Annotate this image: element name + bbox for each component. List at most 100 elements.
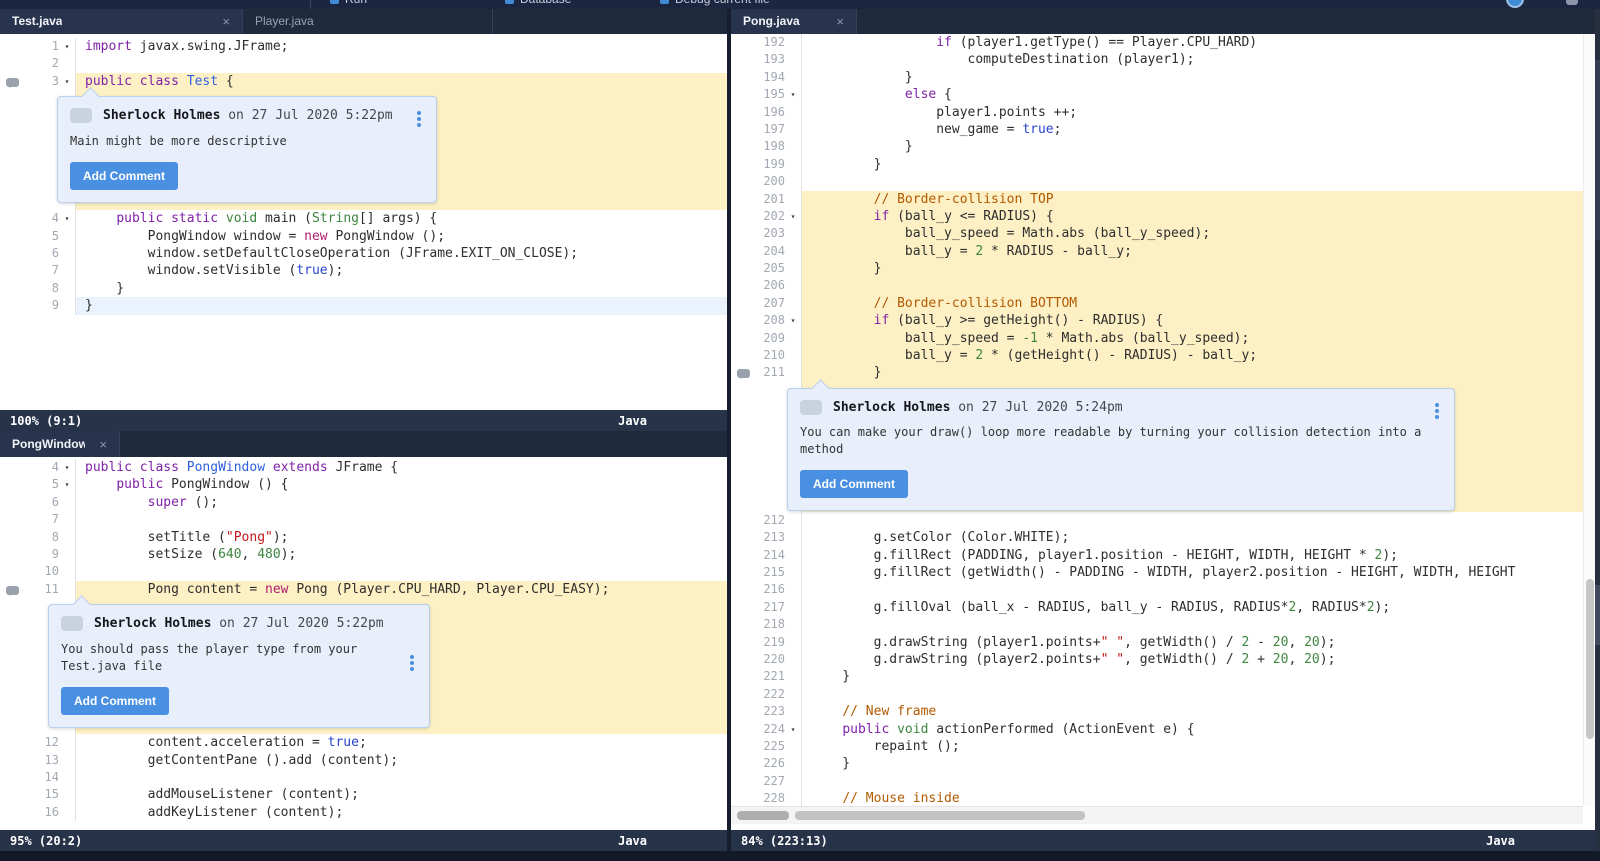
line-number: 14 [19,769,59,786]
window-bottom-edge [0,851,1600,861]
comment-body: Main might be more descriptive [70,133,424,150]
line-number: 6 [19,494,59,511]
fold-arrow-icon[interactable]: ▾ [785,208,801,225]
code-line: 13 getContentPane ().add (content); [0,752,727,769]
tab-label: Test.java [12,14,62,28]
code-editor[interactable]: 192 if (player1.getType() == Player.CPU_… [731,34,1595,806]
code-text: g.drawString (player2.points+" ", getWid… [801,651,1595,668]
code-line: 207 // Border-collision BOTTOM [731,295,1595,312]
gutter: 218 [731,616,801,633]
gutter: 10 [0,563,75,580]
code-text: // Border-collision TOP [801,191,1595,208]
comment-marker-icon[interactable] [6,78,19,87]
code-text [801,616,1595,633]
kebab-menu-icon[interactable] [405,653,419,673]
code-text: ball_y = 2 * RADIUS - ball_y; [801,243,1595,260]
gutter: 202▾ [731,208,801,225]
gutter: 205 [731,260,801,277]
line-number: 209 [745,330,785,347]
code-text: } [801,668,1595,685]
tab-close-icon[interactable]: × [822,14,844,29]
code-text: super (); [75,494,727,511]
code-editor[interactable]: 1▾import javax.swing.JFrame;23▾public cl… [0,34,727,410]
comment-widget: Sherlock Holmes on 27 Jul 2020 5:22pmMai… [57,96,437,202]
code-line: 211 } [731,364,1595,381]
fold-arrow-icon[interactable]: ▾ [59,38,75,55]
kebab-menu-icon[interactable] [412,109,426,129]
line-number: 204 [745,243,785,260]
scrollbar-thumb[interactable] [795,811,1085,820]
speech-bubble-icon [61,616,83,631]
code-line: 3▾public class Test { [0,73,727,90]
code-text: repaint (); [801,738,1595,755]
code-text: public void actionPerformed (ActionEvent… [801,721,1595,738]
code-text: g.fillRect (PADDING, player1.position - … [801,547,1595,564]
gutter: 200 [731,173,801,190]
comment-caret [811,379,829,397]
code-line: 9 setSize (640, 480); [0,546,727,563]
fold-arrow-icon[interactable]: ▾ [59,210,75,227]
tab-close-icon[interactable]: × [208,14,230,29]
code-text: setTitle ("Pong"); [75,529,727,546]
code-line: 225 repaint (); [731,738,1595,755]
vertical-scrollbar[interactable] [1583,34,1595,806]
tab-test-java[interactable]: Test.java × [0,8,243,34]
tab-pong-java[interactable]: Pong.java× [731,8,857,34]
fold-arrow-icon[interactable]: ▾ [785,721,801,738]
fold-arrow-icon[interactable]: ▾ [59,476,75,493]
code-editor[interactable]: 4▾public class PongWindow extends JFrame… [0,457,727,830]
fold-arrow-icon[interactable]: ▾ [785,312,801,329]
gutter: 5▾ [0,476,75,493]
code-text: // Mouse inside [801,790,1595,806]
adjacent-window-edge [1595,585,1600,645]
run-button[interactable]: Run [330,0,367,9]
kebab-menu-icon[interactable] [1430,401,1444,421]
syntax-mode-label[interactable]: Java [1486,834,1515,848]
debug-icon [660,0,669,4]
tab-pongwindow-[interactable]: PongWindow...× [0,431,120,457]
debug-button[interactable]: Debug current file [660,0,770,9]
gutter: 194 [731,69,801,86]
database-button[interactable]: Database [505,0,571,9]
line-number: 208 [745,312,785,329]
gutter: 195▾ [731,86,801,103]
code-line: 219 g.drawString (player1.points+" ", ge… [731,634,1595,651]
syntax-mode-label[interactable]: Java [618,414,647,428]
gutter: 5 [0,228,75,245]
code-line: 194 } [731,69,1595,86]
syntax-mode-label[interactable]: Java [618,834,647,848]
comment-marker-icon[interactable] [6,586,19,595]
line-number: 196 [745,104,785,121]
gutter: 9 [0,546,75,563]
gear-icon[interactable] [1566,0,1578,5]
add-comment-button[interactable]: Add Comment [800,470,908,498]
panel-divider[interactable] [727,8,731,851]
line-number: 5 [19,228,59,245]
scrollbar-thumb[interactable] [1586,579,1594,739]
tab-player-java[interactable]: Player.java [243,8,493,34]
tab-close-icon[interactable]: × [85,437,107,452]
fold-arrow-icon[interactable]: ▾ [59,459,75,476]
comment-marker-icon[interactable] [737,369,750,378]
fold-arrow-icon[interactable]: ▾ [59,73,75,90]
gutter: 11 [0,581,75,598]
gutter: 215 [731,564,801,581]
fold-arrow-icon[interactable]: ▾ [785,86,801,103]
horizontal-scrollbar[interactable] [731,806,1583,824]
gutter: 208▾ [731,312,801,329]
gutter: 12 [0,734,75,751]
code-line: 203 ball_y_speed = Math.abs (ball_y_spee… [731,225,1595,242]
add-comment-button[interactable]: Add Comment [61,687,169,715]
line-number: 222 [745,686,785,703]
line-number: 9 [19,297,59,314]
code-line: 220 g.drawString (player2.points+" ", ge… [731,651,1595,668]
code-text: getContentPane ().add (content); [75,752,727,769]
code-line: 205 } [731,260,1595,277]
gutter: 192 [731,34,801,51]
scrollbar-thumb[interactable] [737,811,789,820]
gutter: 222 [731,686,801,703]
add-comment-button[interactable]: Add Comment [70,162,178,190]
code-line: 1▾import javax.swing.JFrame; [0,38,727,55]
comment-date: on 27 Jul 2020 5:22pm [220,107,392,124]
gutter: 204 [731,243,801,260]
